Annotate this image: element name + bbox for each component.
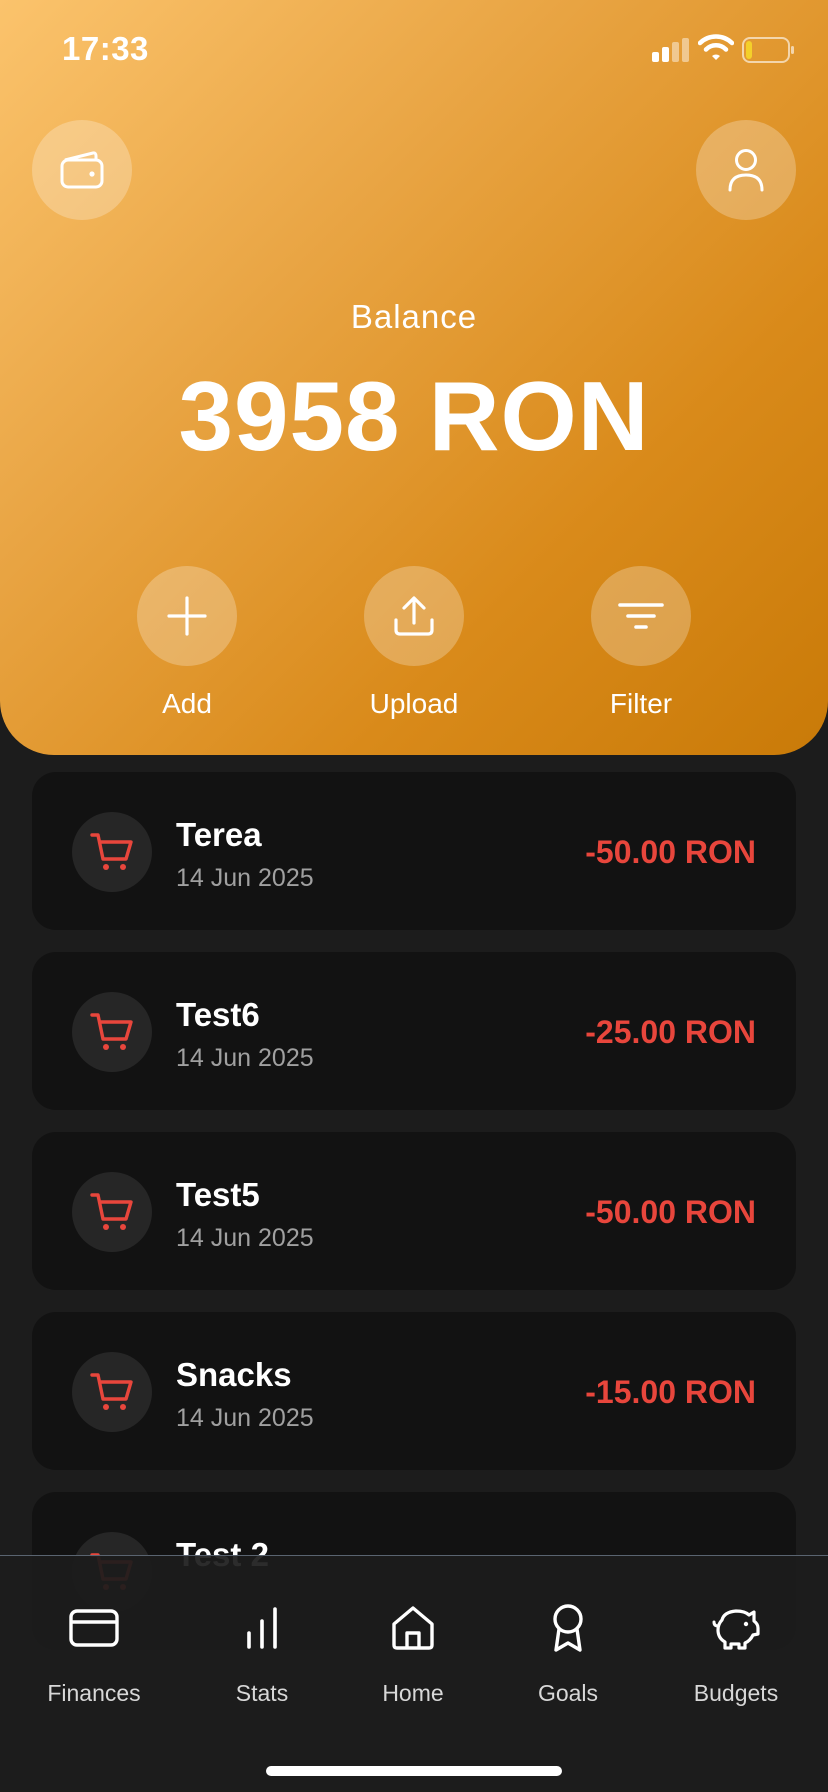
upload-action[interactable]: Upload [334, 566, 494, 720]
transaction-amount: -50.00 RON [585, 834, 756, 870]
add-button[interactable] [137, 566, 237, 666]
transaction-icon-wrap [72, 992, 152, 1072]
transaction-date: 14 Jun 2025 [176, 864, 314, 892]
filter-label: Filter [609, 688, 673, 719]
transaction-title: Test5 [176, 1176, 260, 1213]
piggy-bank-icon [712, 1609, 760, 1650]
upload-icon [394, 596, 434, 636]
transaction-item[interactable]: Snacks 14 Jun 2025 -15.00 RON [32, 1312, 796, 1470]
signal-icon [652, 38, 689, 62]
user-icon [728, 149, 764, 192]
transaction-icon-wrap [72, 1172, 152, 1252]
tab-finances-label: Finances [47, 1680, 141, 1706]
bottom-tab-bar: Finances Stats Home Goals Budgets [0, 1555, 828, 1792]
credit-card-icon [69, 1609, 119, 1647]
transaction-amount: -25.00 RON [585, 1014, 756, 1050]
add-action[interactable]: Add [107, 566, 267, 720]
award-icon [553, 1604, 583, 1652]
tab-goals[interactable]: Goals [488, 1600, 648, 1707]
filter-icon [618, 603, 664, 629]
battery-icon [742, 37, 794, 63]
balance-header: 17:33 Balance 3958 RON Add Upload Filter [0, 0, 828, 755]
filter-button[interactable] [591, 566, 691, 666]
home-icon [392, 1606, 434, 1650]
wallet-button[interactable] [32, 120, 132, 220]
cart-icon [90, 1193, 133, 1230]
transaction-icon-wrap [72, 1352, 152, 1432]
cart-icon [90, 1013, 133, 1050]
tab-finances[interactable]: Finances [14, 1600, 174, 1707]
balance-amount: 3958 RON [178, 361, 650, 471]
status-time: 17:33 [62, 30, 149, 67]
transaction-icon-wrap [72, 812, 152, 892]
transaction-date: 14 Jun 2025 [176, 1404, 314, 1432]
tab-stats-label: Stats [235, 1680, 289, 1706]
tab-home[interactable]: Home [333, 1600, 493, 1707]
tab-budgets[interactable]: Budgets [656, 1600, 816, 1707]
filter-action[interactable]: Filter [561, 566, 721, 720]
transaction-amount: -15.00 RON [585, 1374, 756, 1410]
tab-budgets-label: Budgets [693, 1680, 779, 1706]
transaction-date: 14 Jun 2025 [176, 1224, 314, 1252]
cart-icon [90, 833, 133, 870]
transaction-title: Snacks [176, 1356, 292, 1393]
transaction-amount: -50.00 RON [585, 1194, 756, 1230]
transaction-item[interactable]: Test6 14 Jun 2025 -25.00 RON [32, 952, 796, 1110]
transaction-date: 14 Jun 2025 [176, 1044, 314, 1072]
upload-button[interactable] [364, 566, 464, 666]
profile-button[interactable] [696, 120, 796, 220]
transaction-title: Test6 [176, 996, 260, 1033]
tab-home-label: Home [382, 1680, 444, 1706]
plus-icon [167, 596, 207, 636]
upload-label: Upload [369, 688, 459, 719]
wifi-icon [698, 34, 734, 60]
balance-label: Balance [350, 298, 478, 335]
status-bar: 17:33 [0, 0, 828, 100]
transaction-list: Terea 14 Jun 2025 -50.00 RON Test6 14 Ju… [32, 772, 796, 1672]
transaction-item[interactable]: Test5 14 Jun 2025 -50.00 RON [32, 1132, 796, 1290]
wallet-icon [60, 151, 104, 189]
tab-stats[interactable]: Stats [182, 1600, 342, 1707]
transaction-title: Terea [176, 816, 262, 853]
tab-goals-label: Goals [537, 1680, 599, 1706]
add-label: Add [162, 688, 212, 719]
bar-chart-icon [247, 1607, 277, 1649]
cart-icon [90, 1373, 133, 1410]
home-indicator [266, 1766, 562, 1776]
transaction-item[interactable]: Terea 14 Jun 2025 -50.00 RON [32, 772, 796, 930]
